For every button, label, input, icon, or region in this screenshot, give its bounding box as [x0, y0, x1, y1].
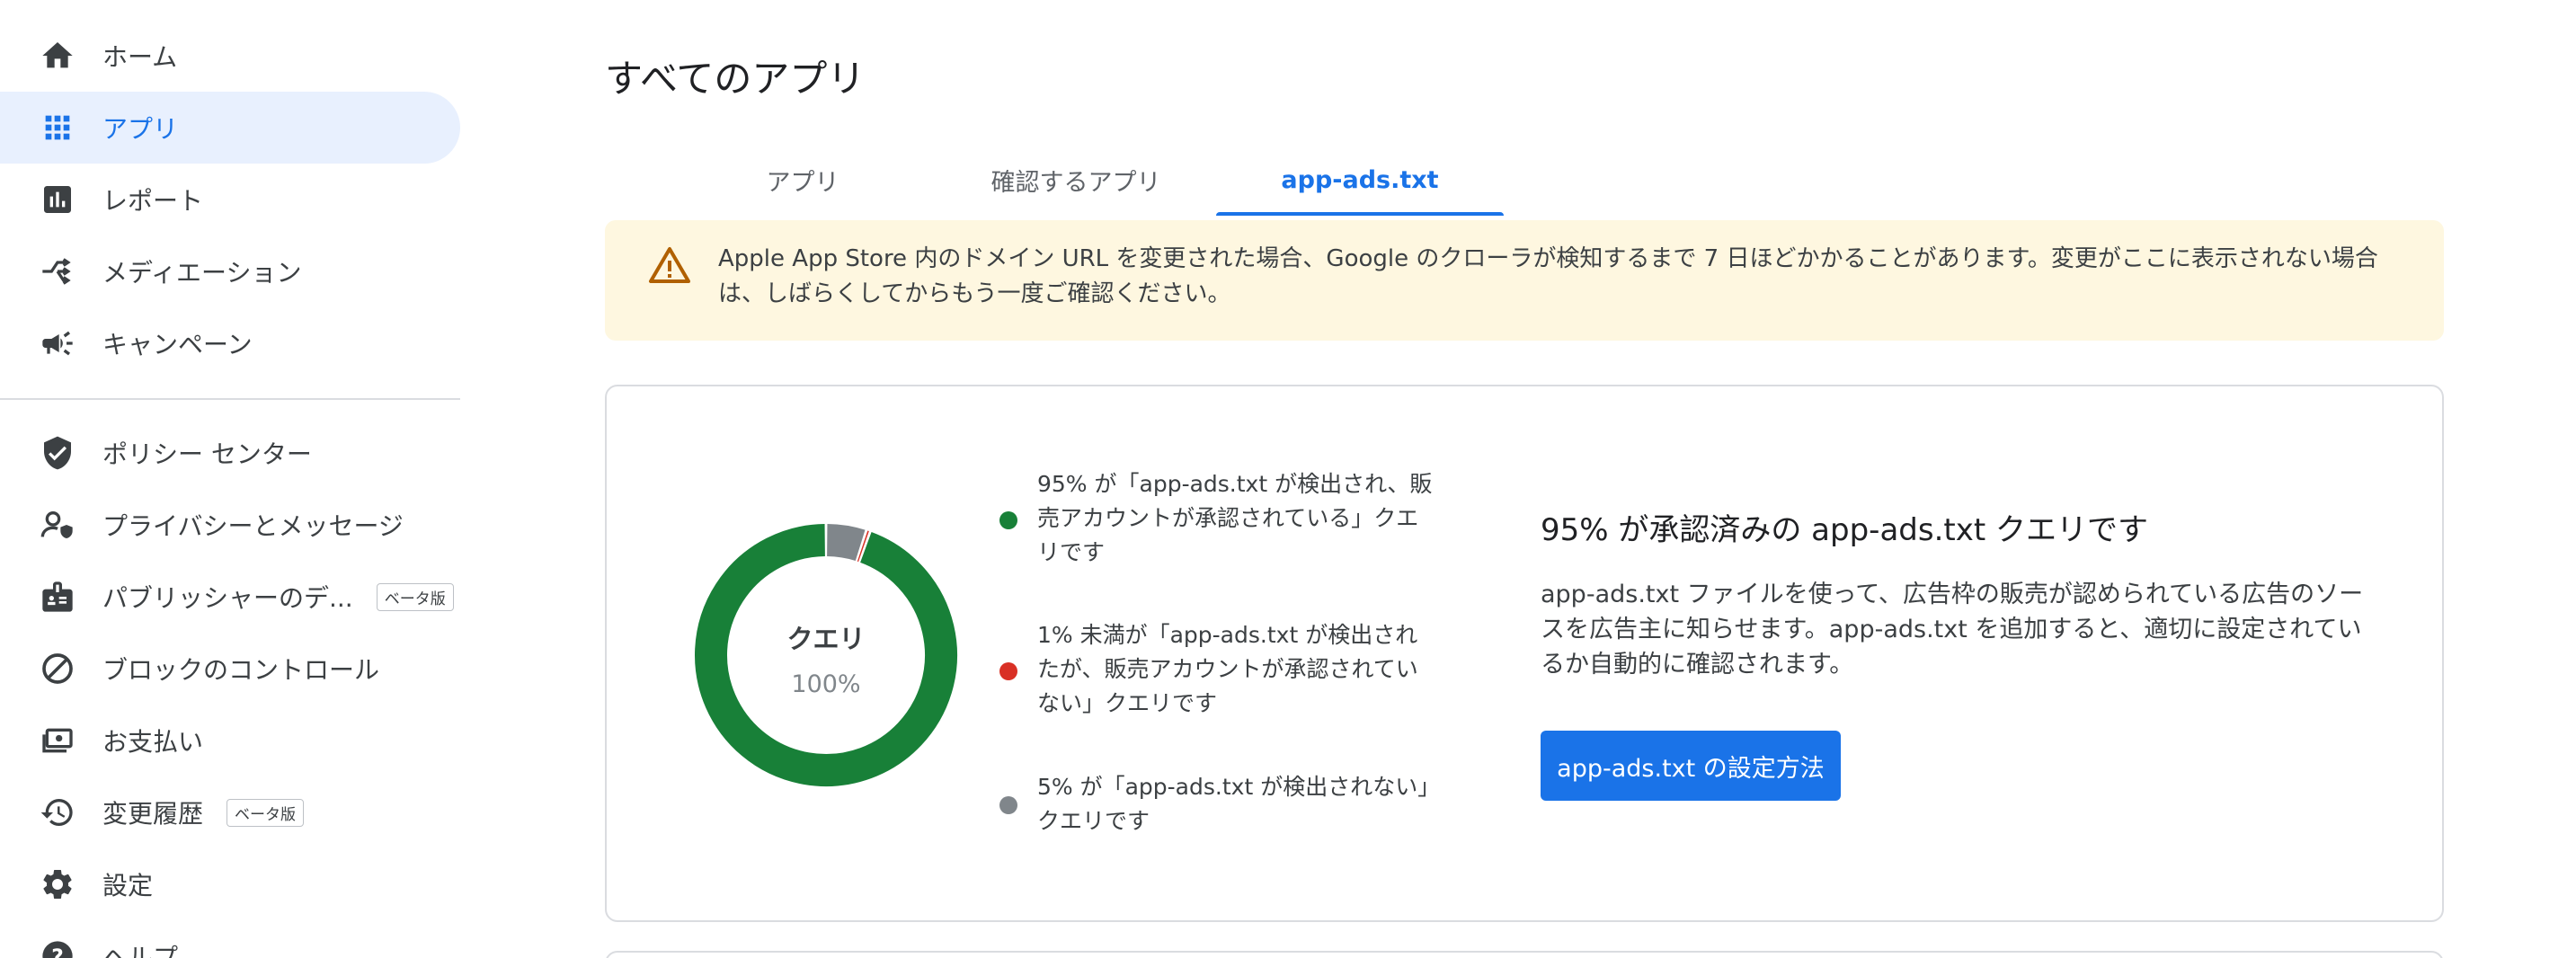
tab-app-ads-txt[interactable]: app-ads.txt — [1216, 144, 1504, 216]
sidebar-item-label: ヘルプ — [102, 943, 179, 958]
beta-badge: ベータ版 — [227, 798, 305, 827]
legend-text: 1% 未満が「app-ads.txt が検出されたが、販売アカウントが承認されて… — [1037, 622, 1418, 716]
sidebar-item-label: 変更履歴 — [102, 799, 204, 829]
sidebar-item-help[interactable]: ? ヘルプ — [0, 920, 460, 958]
sidebar-divider — [0, 398, 460, 400]
sidebar-item-mediation[interactable]: メディエーション — [0, 235, 460, 307]
block-icon — [38, 649, 77, 688]
setup-app-ads-txt-button[interactable]: app-ads.txt の設定方法 — [1541, 731, 1841, 801]
summary-description: app-ads.txt ファイルを使って、広告枠の販売が認められている広告のソー… — [1541, 581, 2364, 679]
person-shield-icon — [38, 505, 77, 545]
payments-icon — [38, 721, 77, 760]
legend-dot-green — [999, 511, 1017, 529]
sidebar-item-label: アプリ — [102, 114, 179, 144]
donut-center-value: 100% — [791, 670, 861, 698]
next-card — [605, 951, 2444, 958]
sidebar-item-label: ポリシー センター — [102, 439, 312, 469]
sidebar-item-payments[interactable]: お支払い — [0, 705, 460, 776]
sidebar-item-publisher-data[interactable]: パブリッシャーのデ... ベータ版 — [0, 561, 460, 633]
sidebar-item-home[interactable]: ホーム — [0, 20, 460, 92]
shield-check-icon — [38, 433, 77, 473]
sidebar-item-settings[interactable]: 設定 — [0, 848, 460, 920]
sidebar-item-label: 設定 — [102, 871, 154, 900]
app-root: ホーム アプリ レポート メディエーション キャンペーン ポリシー センター プ… — [0, 0, 2576, 958]
legend-text: 95% が「app-ads.txt が検出され、販売アカウントが承認されている」… — [1037, 471, 1433, 565]
home-icon — [38, 36, 77, 75]
donut-slice-2 — [826, 524, 866, 562]
legend-dot-red — [999, 662, 1017, 680]
warning-text: Apple App Store 内のドメイン URL を変更された場合、Goog… — [718, 245, 2378, 307]
legend-item-authorized: 95% が「app-ads.txt が検出され、販売アカウントが承認されている」… — [999, 467, 1433, 575]
sidebar-item-label: ホーム — [102, 42, 178, 72]
help-icon: ? — [38, 936, 77, 958]
sidebar-item-privacy-messaging[interactable]: プライバシーとメッセージ — [0, 489, 460, 561]
sidebar-item-label: キャンペーン — [102, 330, 253, 359]
history-icon — [38, 793, 77, 832]
badge-icon — [38, 577, 77, 616]
tab-apps[interactable]: アプリ — [695, 144, 910, 216]
summary-heading: 95% が承認済みの app-ads.txt クエリです — [1541, 512, 2148, 548]
megaphone-icon — [38, 324, 77, 363]
sidebar-item-blocking-controls[interactable]: ブロックのコントロール — [0, 633, 460, 705]
legend-item-not-found: 5% が「app-ads.txt が検出されない」クエリです — [999, 770, 1431, 842]
sidebar-item-apps[interactable]: アプリ — [0, 92, 460, 164]
sidebar-item-label: プライバシーとメッセージ — [102, 511, 404, 541]
sidebar: ホーム アプリ レポート メディエーション キャンペーン ポリシー センター プ… — [0, 0, 460, 958]
sidebar-item-label: ブロックのコントロール — [102, 655, 380, 685]
warning-banner: Apple App Store 内のドメイン URL を変更された場合、Goog… — [605, 220, 2444, 341]
legend-dot-gray — [999, 796, 1017, 814]
bar-chart-icon — [38, 180, 77, 219]
sidebar-item-label: メディエーション — [102, 258, 302, 288]
page-title: すべてのアプリ — [605, 57, 866, 101]
sidebar-item-label: お支払い — [102, 727, 204, 757]
donut-center-label: クエリ — [786, 624, 866, 654]
gear-icon — [38, 865, 77, 904]
sidebar-item-label: レポート — [102, 186, 204, 216]
sidebar-item-change-history[interactable]: 変更履歴 ベータ版 — [0, 776, 460, 848]
apps-grid-icon — [38, 108, 77, 147]
mediation-icon — [38, 252, 77, 291]
tab-bar: アプリ 確認するアプリ app-ads.txt — [605, 144, 2444, 216]
tab-apps-to-review[interactable]: 確認するアプリ — [943, 144, 1209, 216]
legend-item-unauthorized: 1% 未満が「app-ads.txt が検出されたが、販売アカウントが承認されて… — [999, 618, 1431, 726]
legend-text: 5% が「app-ads.txt が検出されない」クエリです — [1037, 774, 1429, 834]
sidebar-item-reports[interactable]: レポート — [0, 164, 460, 235]
sidebar-item-campaigns[interactable]: キャンペーン — [0, 307, 460, 379]
warning-icon — [649, 247, 690, 283]
sidebar-item-policy-center[interactable]: ポリシー センター — [0, 417, 460, 489]
beta-badge: ベータ版 — [376, 582, 454, 611]
sidebar-item-label: パブリッシャーのデ... — [102, 583, 353, 613]
svg-text:?: ? — [51, 944, 64, 958]
